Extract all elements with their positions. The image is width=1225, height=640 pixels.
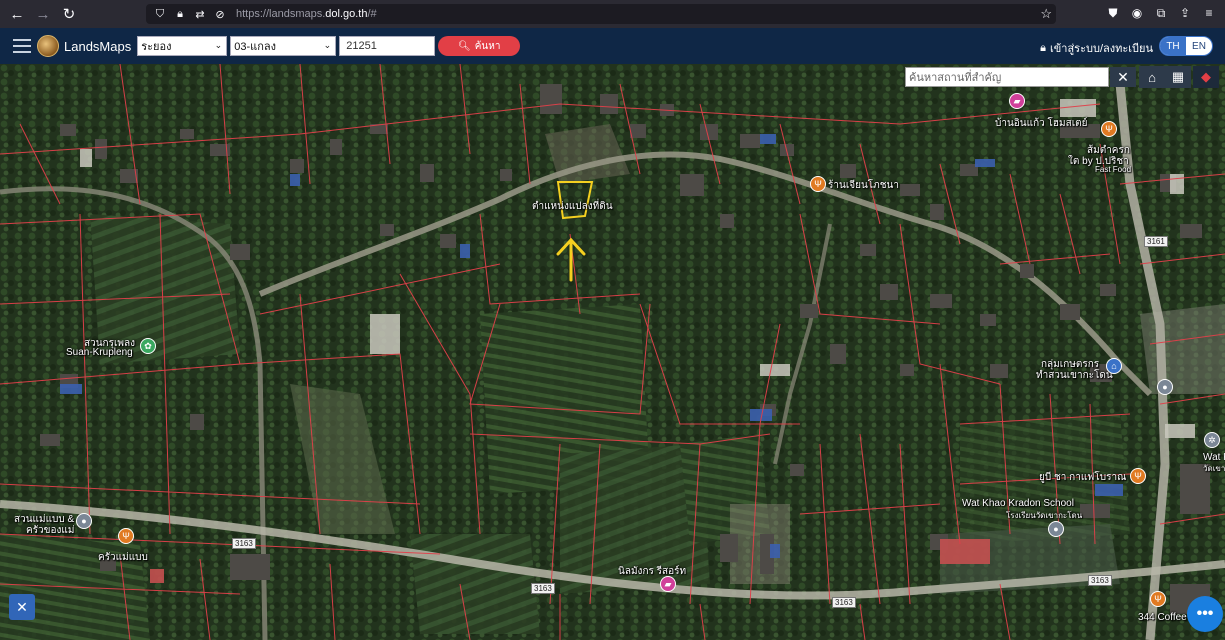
- restaurant-icon[interactable]: Ψ: [1101, 121, 1117, 137]
- permissions-icon: ⇄: [195, 8, 205, 21]
- back-icon[interactable]: ←: [6, 3, 28, 25]
- poi-label: Fast Food: [1095, 165, 1132, 174]
- user-lock-icon: 🔒︎: [1040, 41, 1046, 54]
- share-icon[interactable]: ⇪: [1177, 4, 1193, 22]
- more-options-button[interactable]: •••: [1187, 596, 1223, 632]
- bookmark-star-icon[interactable]: ☆: [1040, 6, 1052, 22]
- road-number-label: 3163: [832, 597, 856, 608]
- tracking-icon: ⊘: [215, 8, 225, 21]
- cafe-icon[interactable]: Ψ: [1130, 468, 1146, 484]
- forward-icon[interactable]: →: [32, 3, 54, 25]
- app-header: LandsMaps ระยอง ⌄ 03-แกลง ⌄ 21251 🔍︎ ค้นหา …: [0, 28, 1225, 64]
- close-search-button[interactable]: ✕: [1110, 67, 1136, 87]
- lang-en-button[interactable]: EN: [1186, 37, 1212, 55]
- shield-icon: ⛉: [155, 7, 165, 20]
- lang-th-button[interactable]: TH: [1160, 37, 1186, 55]
- park-icon[interactable]: ✿: [140, 338, 156, 354]
- poi-label: โรงเรียนวัดเขากะโดน: [1006, 511, 1083, 520]
- hamburger-menu-icon[interactable]: [13, 39, 31, 53]
- place-marker-icon[interactable]: ●: [1157, 379, 1173, 395]
- poi-label: ครัวของแม่: [26, 525, 75, 536]
- place-marker-icon[interactable]: ●: [76, 513, 92, 529]
- search-icon: 🔍︎: [458, 40, 471, 52]
- poi-label: นิลมังกร รีสอร์ท: [618, 566, 687, 577]
- browser-toolbar: ← → ↻ ⛉ 🔒︎ ⇄ ⊘ https://landsmaps.dol.go.…: [0, 0, 1225, 28]
- search-button[interactable]: 🔍︎ ค้นหา: [438, 36, 521, 56]
- parcel-number-input[interactable]: 21251: [339, 36, 436, 56]
- lock-icon: 🔒︎: [177, 7, 183, 20]
- road-number-label: 3163: [1088, 575, 1112, 586]
- poi-label: ร้านเจียนโภชนา: [828, 180, 899, 191]
- poi-label: วัดเขากะ: [1203, 464, 1225, 473]
- hotel-icon[interactable]: ▰: [1009, 93, 1025, 109]
- road-number-label: 3163: [531, 583, 555, 594]
- map-canvas: [0, 64, 1225, 640]
- temple-icon[interactable]: ✲: [1204, 432, 1220, 448]
- url-bar[interactable]: ⛉ 🔒︎ ⇄ ⊘ https://landsmaps.dol.go.th/# ☆: [146, 4, 1056, 24]
- poi-label: ทำสวนเขากะโดน: [1036, 370, 1113, 381]
- office-icon[interactable]: ⌂: [1106, 358, 1122, 374]
- parcel-location-label: ตำแหน่งแปลงที่ดิน: [532, 201, 613, 212]
- language-toggle[interactable]: TH EN: [1159, 36, 1213, 56]
- layers-icon[interactable]: ◆: [1193, 66, 1219, 88]
- extensions-icon[interactable]: ⧉: [1153, 4, 1169, 22]
- account-icon[interactable]: ◉: [1129, 4, 1145, 22]
- pocket-icon[interactable]: ⛊: [1105, 4, 1121, 22]
- menu-icon[interactable]: ≡: [1201, 4, 1217, 22]
- landmark-search-input[interactable]: ค้นหาสถานที่สำคัญ: [905, 67, 1109, 87]
- poi-label: 344 Coffee: [1138, 612, 1187, 623]
- road-number-label: 3163: [232, 538, 256, 549]
- grid-icon[interactable]: ▦: [1165, 66, 1191, 88]
- chevron-down-icon: ⌄: [323, 40, 332, 50]
- poi-label: ครัวแม่แบบ: [98, 552, 148, 563]
- restaurant-icon[interactable]: Ψ: [810, 176, 826, 192]
- login-link[interactable]: 🔒︎ เข้าสู่ระบบ/ลงทะเบียน: [1040, 39, 1153, 57]
- reload-icon[interactable]: ↻: [58, 3, 80, 25]
- poi-label: Wat Khao Kradon School: [962, 498, 1074, 509]
- chevron-down-icon: ⌄: [214, 40, 223, 50]
- dol-logo: [37, 35, 59, 57]
- poi-label: บ้านอินแก้ว โฮมสเตย์: [995, 118, 1088, 129]
- poi-label: ยูบี ชา กาแฟโบราณ: [1039, 472, 1127, 483]
- school-icon[interactable]: ●: [1048, 521, 1064, 537]
- province-select[interactable]: ระยอง ⌄: [137, 36, 228, 56]
- hotel-icon[interactable]: ▰: [660, 576, 676, 592]
- restaurant-icon[interactable]: Ψ: [118, 528, 134, 544]
- url-text: https://landsmaps.dol.go.th/#: [236, 8, 377, 20]
- home-icon[interactable]: ⌂: [1139, 66, 1165, 88]
- cafe-icon[interactable]: Ψ: [1150, 591, 1166, 607]
- brand-name: LandsMaps: [64, 38, 132, 54]
- district-select[interactable]: 03-แกลง ⌄: [230, 36, 337, 56]
- road-number-label: 3161: [1144, 236, 1168, 247]
- satellite-map[interactable]: ตำแหน่งแปลงที่ดิน สวนกรุเพลง Suan-Kruple…: [0, 64, 1225, 640]
- poi-label: Suan-Krupleng: [66, 347, 133, 358]
- measure-tools-icon[interactable]: ✕: [9, 594, 35, 620]
